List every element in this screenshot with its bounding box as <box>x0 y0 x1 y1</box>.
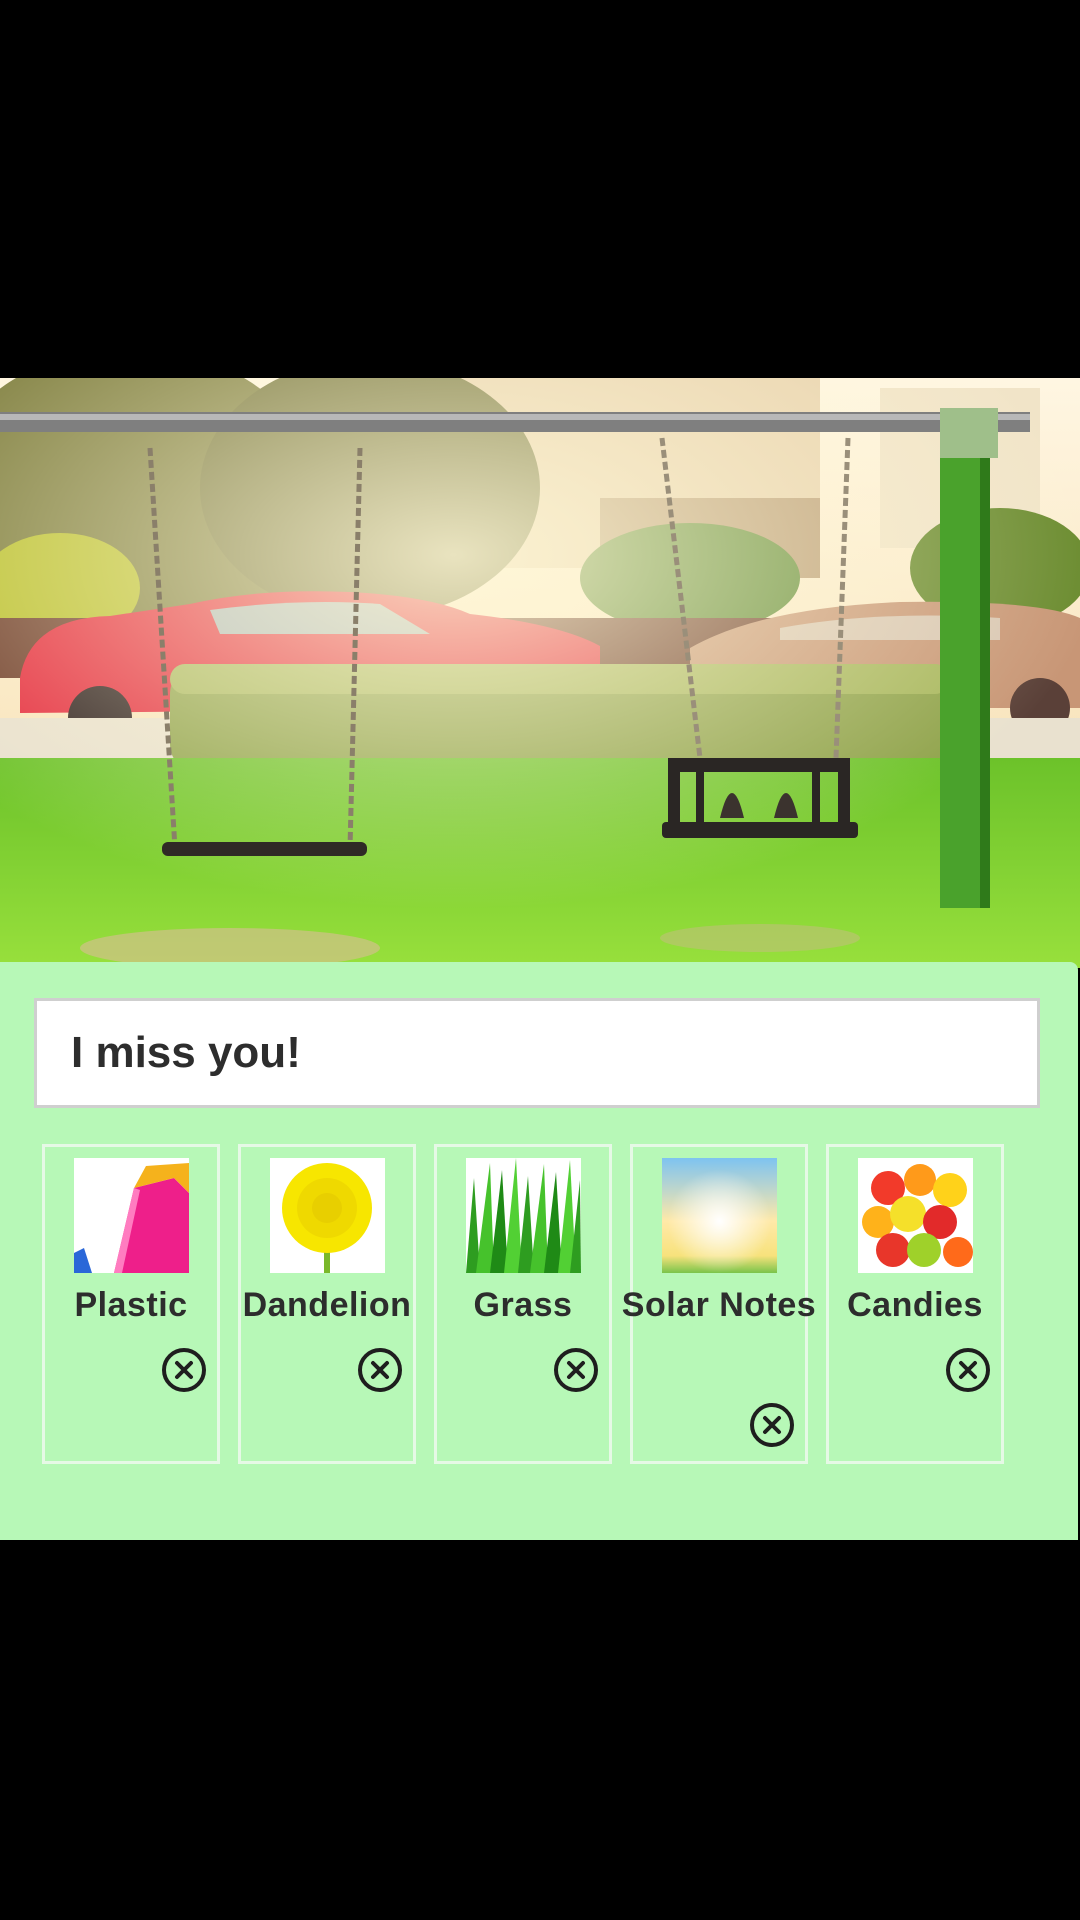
dandelion-image <box>270 1158 385 1273</box>
item-card-candies[interactable]: Candies <box>826 1144 1004 1464</box>
item-label: Candies <box>847 1286 983 1324</box>
remove-circle-x-icon[interactable] <box>749 1402 795 1448</box>
grass-image <box>466 1158 581 1273</box>
remove-circle-x-icon[interactable] <box>161 1347 207 1393</box>
solar-image <box>662 1158 777 1273</box>
message-text: I miss you! <box>34 998 1040 1108</box>
remove-circle-x-icon[interactable] <box>945 1347 991 1393</box>
item-card-plastic[interactable]: Plastic <box>42 1144 220 1464</box>
item-card-grass[interactable]: Grass <box>434 1144 612 1464</box>
remove-circle-x-icon[interactable] <box>357 1347 403 1393</box>
playground-photo <box>0 378 1080 968</box>
message-panel: I miss you! Plastic Dandelion Grass Sola… <box>0 962 1078 1540</box>
remove-circle-x-icon[interactable] <box>553 1347 599 1393</box>
item-card-solar-notes[interactable]: Solar Notes <box>622 1144 816 1464</box>
plastic-image <box>74 1158 189 1273</box>
candies-image <box>858 1158 973 1273</box>
item-card-dandelion[interactable]: Dandelion <box>238 1144 416 1464</box>
